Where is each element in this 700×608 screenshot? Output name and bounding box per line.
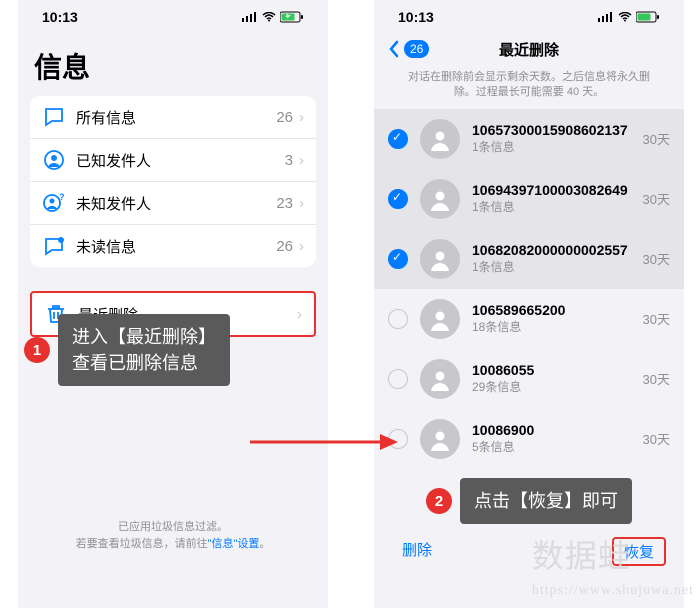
signal-icon — [598, 12, 614, 22]
message-title: 10694397100003082649 — [472, 182, 631, 198]
avatar-icon — [420, 359, 460, 399]
days-remaining: 30天 — [643, 309, 670, 328]
signal-icon — [242, 12, 258, 22]
row-count: 3 — [285, 152, 293, 169]
message-title: 10657300015908602137 — [472, 122, 631, 138]
deletion-hint: 对话在删除前会显示剩余天数。之后信息将永久删除。过程最长可能需要 40 天。 — [374, 66, 684, 109]
avatar-icon — [420, 239, 460, 279]
chevron-left-icon — [388, 40, 400, 58]
wifi-icon — [618, 12, 632, 22]
row-label: 未读信息 — [76, 236, 276, 257]
select-checkbox[interactable] — [388, 309, 408, 329]
callout-1-text: 进入【最近删除】 查看已删除信息 — [58, 314, 230, 386]
person-question-icon: ? — [42, 191, 66, 215]
message-sub: 5条信息 — [472, 438, 631, 455]
status-bar: 10:13 — [374, 0, 684, 30]
message-row[interactable]: 106573000159086021371条信息 30天 — [374, 109, 684, 169]
status-indicators — [598, 11, 660, 23]
select-checkbox[interactable] — [388, 249, 408, 269]
message-sub: 1条信息 — [472, 258, 631, 275]
row-label: 未知发件人 — [76, 193, 276, 214]
nav-bar: 26 最近删除 — [374, 30, 684, 66]
message-title: 10086055 — [472, 362, 631, 378]
message-sub: 29条信息 — [472, 378, 631, 395]
filter-all-messages[interactable]: 所有信息 26 › — [30, 96, 316, 139]
filter-unknown-senders[interactable]: ? 未知发件人 23 › — [30, 182, 316, 225]
delete-button[interactable]: 删除 — [402, 539, 432, 564]
chevron-right-icon: › — [299, 152, 304, 169]
battery-icon — [636, 11, 660, 23]
row-label: 已知发件人 — [76, 150, 285, 171]
avatar-icon — [420, 419, 460, 459]
page-header: 信息 — [18, 30, 328, 96]
avatar-icon — [420, 179, 460, 219]
message-title: 10682082000000002557 — [472, 242, 631, 258]
filter-list: 所有信息 26 › 已知发件人 3 › ? 未知发件人 23 › 未读信息 26… — [30, 96, 316, 267]
callout-2: 2 点击【恢复】即可 — [426, 478, 632, 524]
status-bar: 10:13 — [18, 0, 328, 30]
days-remaining: 30天 — [643, 189, 670, 208]
watermark: 数据蛙 https://www.shujuwa.net — [532, 531, 694, 600]
days-remaining: 30天 — [643, 429, 670, 448]
message-row[interactable]: 106820820000000025571条信息 30天 — [374, 229, 684, 289]
status-indicators — [242, 11, 304, 23]
chevron-right-icon: › — [299, 195, 304, 212]
phone-messages-home: 10:13 信息 所有信息 26 › 已知发件人 3 › ? 未知发件人 23 … — [18, 0, 328, 608]
page-title: 信息 — [34, 46, 312, 86]
arrow-icon — [248, 428, 398, 456]
chevron-right-icon: › — [299, 109, 304, 126]
row-count: 26 — [276, 238, 293, 255]
status-time: 10:13 — [398, 9, 434, 25]
back-count-badge: 26 — [404, 40, 429, 58]
chevron-right-icon: › — [297, 306, 302, 323]
chat-bubble-icon — [42, 105, 66, 129]
callout-1: 1 进入【最近删除】 查看已删除信息 — [24, 314, 230, 386]
row-count: 26 — [276, 109, 293, 126]
chevron-right-icon: › — [299, 238, 304, 255]
callout-2-text: 点击【恢复】即可 — [460, 478, 632, 524]
status-time: 10:13 — [42, 9, 78, 25]
back-button[interactable]: 26 — [388, 40, 429, 58]
person-icon — [42, 148, 66, 172]
message-row[interactable]: 100869005条信息 30天 — [374, 409, 684, 469]
filter-known-senders[interactable]: 已知发件人 3 › — [30, 139, 316, 182]
message-title: 10086900 — [472, 422, 631, 438]
footer-hint: 已应用垃圾信息过滤。 若要查看垃圾信息，请前往"信息"设置。 — [18, 519, 328, 552]
wifi-icon — [262, 12, 276, 22]
select-checkbox[interactable] — [388, 189, 408, 209]
avatar-icon — [420, 299, 460, 339]
chat-unread-icon — [42, 234, 66, 258]
message-sub: 1条信息 — [472, 198, 631, 215]
days-remaining: 30天 — [643, 129, 670, 148]
row-label: 所有信息 — [76, 107, 276, 128]
filter-unread[interactable]: 未读信息 26 › — [30, 225, 316, 267]
message-title: 106589665200 — [472, 302, 631, 318]
step-badge-1: 1 — [24, 337, 50, 363]
battery-icon — [280, 11, 304, 23]
svg-text:?: ? — [59, 192, 65, 202]
message-row[interactable]: 1008605529条信息 30天 — [374, 349, 684, 409]
row-count: 23 — [276, 195, 293, 212]
message-sub: 1条信息 — [472, 138, 631, 155]
select-checkbox[interactable] — [388, 369, 408, 389]
select-checkbox[interactable] — [388, 129, 408, 149]
days-remaining: 30天 — [643, 249, 670, 268]
avatar-icon — [420, 119, 460, 159]
days-remaining: 30天 — [643, 369, 670, 388]
message-row[interactable]: 10658966520018条信息 30天 — [374, 289, 684, 349]
settings-link[interactable]: "信息"设置 — [208, 538, 260, 550]
message-row[interactable]: 106943971000030826491条信息 30天 — [374, 169, 684, 229]
message-sub: 18条信息 — [472, 318, 631, 335]
step-badge-2: 2 — [426, 488, 452, 514]
deleted-list: 106573000159086021371条信息 30天 10694397100… — [374, 109, 684, 469]
